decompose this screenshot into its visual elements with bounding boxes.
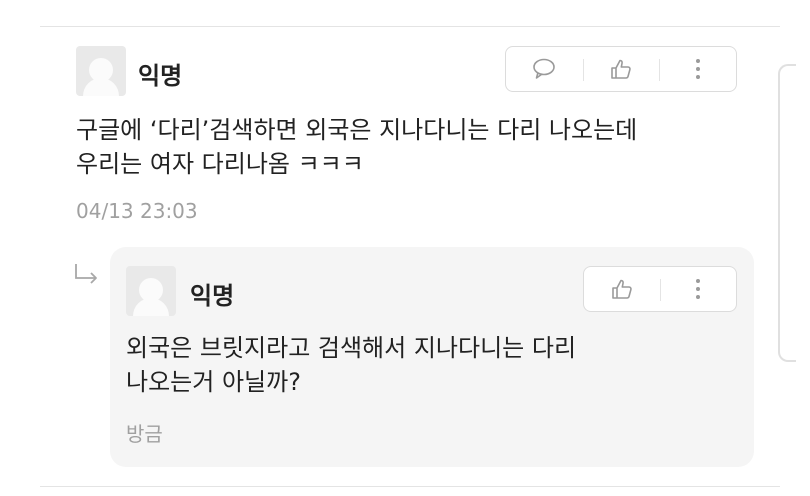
thumbs-up-icon [611, 59, 631, 79]
comment-action-group [505, 46, 737, 92]
more-vertical-icon [696, 279, 700, 299]
bottom-divider [40, 486, 780, 487]
reply-text-line: 외국은 브릿지라고 검색해서 지나다니는 다리 [126, 334, 577, 362]
reply-author: 익명 [190, 282, 235, 310]
reply-arrow-icon [75, 264, 97, 284]
more-button[interactable] [659, 47, 736, 91]
avatar [126, 266, 176, 316]
comment-timestamp: 04/13 23:03 [76, 199, 198, 223]
comment-button[interactable] [506, 47, 583, 91]
side-scroll-handle[interactable] [778, 64, 796, 362]
like-button[interactable] [584, 267, 660, 311]
comment-text-line: 구글에 ‘다리’검색하면 외국은 지나다니는 다리 나오는데 [76, 116, 638, 144]
reply-action-group [583, 266, 737, 312]
comment-icon [533, 58, 556, 79]
top-divider [40, 26, 780, 27]
like-button[interactable] [582, 47, 660, 91]
more-button[interactable] [660, 267, 736, 311]
comment-text-line: 우리는 여자 다리나옴 ㅋㅋㅋ [76, 150, 364, 178]
comment-author: 익명 [138, 62, 183, 90]
reply-timestamp: 방금 [126, 422, 163, 446]
reply-text-line: 나오는거 아닐까? [126, 368, 301, 396]
avatar [76, 46, 126, 96]
more-vertical-icon [695, 59, 700, 79]
thumbs-up-icon [612, 279, 632, 299]
